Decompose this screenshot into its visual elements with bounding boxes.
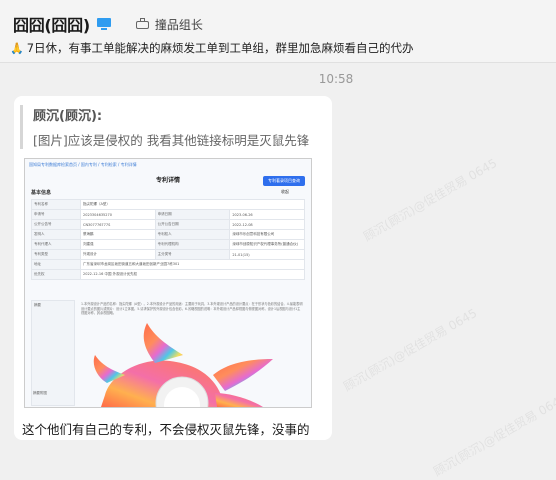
patent-field-value: 2022-12-08	[229, 219, 305, 230]
patent-table-row: 地址 广东省深圳市龙岗区坂田街道五和大道坂田创新产业园7栋301	[31, 259, 305, 270]
summary-text: 1.本外观设计产品的名称：指尖陀螺（A型）。2.本外观设计产品的用途：主要用于玩…	[81, 302, 303, 316]
summary-image-label: 摘要附图	[33, 391, 47, 395]
screenshot-section-title: 基本信息	[31, 190, 52, 196]
patent-field-label: 公开公告日期	[154, 219, 231, 230]
chat-header: 囧囧(囧囧) 撞品组长 🙏 7日休，有事工单能解决的麻烦发工单到工单组，群里加急麻…	[0, 0, 556, 63]
screenshot-button: 专利著录项目查询	[263, 176, 305, 186]
patent-field-label: 专利代理机构	[154, 239, 231, 250]
patent-table-row: 专利代理人 刘建强 专利代理机构 深圳市创原知识产权代理事务所(普通合伙)	[31, 239, 305, 250]
patent-field-label: 申请号	[31, 209, 81, 220]
quote-text: [图片]应该是侵权的 我看其他链接标明是灭鼠先锋	[33, 133, 310, 148]
patent-field-label: 专利名称	[31, 199, 81, 210]
patent-field-value: 蔡海鹏	[80, 229, 156, 240]
praying-hands-icon: 🙏	[10, 42, 24, 55]
patent-field-value: 指尖陀螺（A型）	[80, 199, 305, 210]
watermark: 顾沉(顾沉)@促佳贸易 0645	[361, 155, 500, 244]
screenshot-collapse-action: 收起	[281, 189, 289, 194]
chat-name[interactable]: 囧囧(囧囧)	[13, 12, 90, 36]
patent-field-label: 优先权	[31, 269, 81, 280]
patent-table-row: 公开公告号 CN307776777S 公开公告日期 2022-12-08	[31, 219, 305, 230]
group-notice-text: 7日休，有事工单能解决的麻烦发工单到工单组，群里加急麻烦看自己的代办	[26, 41, 414, 55]
patent-field-label: 主分类号	[154, 249, 231, 260]
chat-title-row: 囧囧(囧囧) 撞品组长	[13, 12, 203, 36]
patent-table-row: 专利名称 指尖陀螺（A型）	[31, 199, 305, 210]
group-tag[interactable]: 撞品组长	[135, 16, 203, 33]
patent-field-label: 专利类型	[31, 249, 81, 260]
patent-table-row: 优先权 2022-12-16 中国 外观设计优先权	[31, 269, 305, 280]
patent-field-value: 刘建强	[80, 239, 156, 250]
patent-field-value: 深圳市乐创意科技有限公司	[229, 229, 305, 240]
patent-field-label: 地址	[31, 259, 81, 270]
watermark: 顾沉(顾沉)@促佳贸易 0645	[341, 305, 480, 394]
patent-field-value: 广东省深圳市龙岗区坂田街道五和大道坂田创新产业园7栋301	[80, 259, 305, 270]
patent-field-label: 专利权人	[154, 229, 231, 240]
watermark: 顾沉(顾沉)@促佳贸易 0645	[431, 390, 556, 479]
patent-table-row: 申请号 2023304635270 申请日期 2023-06-26	[31, 209, 305, 220]
patent-field-value: 深圳市创原知识产权代理事务所(普通合伙)	[229, 239, 305, 250]
patent-table-row: 专利类型 外观设计 主分类号 21-01(15)	[31, 249, 305, 260]
group-tag-label: 撞品组长	[154, 17, 203, 32]
quote-author: 顾沉(顾沉):	[33, 109, 103, 124]
patent-field-value: CN307776777S	[80, 219, 156, 230]
patent-field-value: 外观设计	[80, 249, 156, 260]
patent-field-label: 专利代理人	[31, 239, 81, 250]
patent-field-value: 21-01(15)	[229, 249, 305, 260]
message-text[interactable]: 这个他们有自己的专利，不会侵权灭鼠先锋，没事的	[22, 419, 310, 438]
patent-field-value: 2022-12-16 中国 外观设计优先权	[80, 269, 305, 280]
image-attachment[interactable]: 国知局专利数据库检索首页 / 国内专利 / 专利检索 / 专利详情 专利详情 专…	[24, 158, 312, 408]
quoted-message[interactable]: 顾沉(顾沉): [图片]应该是侵权的 我看其他链接标明是灭鼠先锋	[20, 105, 323, 149]
patent-field-label: 公开公告号	[31, 219, 81, 230]
patent-field-label: 发明人	[31, 229, 81, 240]
fidget-spinner-image	[93, 323, 273, 407]
patent-info-table: 专利名称 指尖陀螺（A型） 申请号 2023304635270 申请日期 2023-06-…	[31, 199, 305, 280]
patent-table-row: 发明人 蔡海鹏 专利权人 深圳市乐创意科技有限公司	[31, 229, 305, 240]
patent-field-label: 申请日期	[154, 209, 231, 220]
patent-field-value: 2023-06-26	[229, 209, 305, 220]
group-notice[interactable]: 🙏 7日休，有事工单能解决的麻烦发工单到工单组，群里加急麻烦看自己的代办	[10, 40, 414, 56]
pc-online-icon	[96, 17, 114, 31]
patent-field-value: 2023304635270	[80, 209, 156, 220]
message-timestamp: 10:58	[318, 72, 354, 86]
briefcase-icon	[135, 18, 149, 30]
screenshot-breadcrumb: 国知局专利数据库检索首页 / 国内专利 / 专利检索 / 专利详情	[29, 162, 137, 167]
